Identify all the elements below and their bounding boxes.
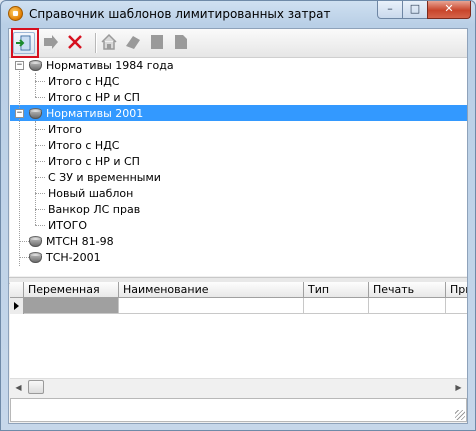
grid-corner bbox=[10, 282, 24, 298]
grid-header: Переменная Наименование Тип Печать При bbox=[10, 282, 467, 298]
close-button[interactable]: ✕ bbox=[427, 1, 471, 19]
collapse-toggle[interactable]: − bbox=[15, 61, 24, 70]
window-title: Справочник шаблонов лимитированных затра… bbox=[29, 7, 331, 21]
tree-line bbox=[35, 193, 45, 194]
tree-line bbox=[19, 66, 20, 266]
collapse-toggle[interactable]: − bbox=[15, 109, 24, 118]
tree-line bbox=[35, 97, 45, 98]
resize-grip-icon[interactable] bbox=[455, 410, 465, 420]
page-icon bbox=[151, 35, 163, 49]
column-header[interactable]: Тип bbox=[304, 282, 369, 298]
delete-button[interactable] bbox=[65, 32, 87, 54]
maximize-button[interactable]: □ bbox=[402, 1, 428, 19]
tree-line bbox=[35, 209, 45, 210]
tree-node-child[interactable]: Итого с НР и СП bbox=[46, 154, 142, 170]
tree-node-root[interactable]: Нормативы 1984 года bbox=[44, 58, 176, 74]
tree-line bbox=[35, 73, 36, 97]
tree-node-root[interactable]: ТСН-2001 bbox=[44, 250, 103, 266]
tree-node-child[interactable]: Итого с НР и СП bbox=[46, 90, 142, 106]
horizontal-scrollbar[interactable]: ◀ ▶ bbox=[10, 378, 467, 396]
tree-node-child[interactable]: Итого с НДС bbox=[46, 74, 121, 90]
move-forward-button[interactable] bbox=[41, 32, 63, 54]
home-button[interactable] bbox=[99, 32, 121, 54]
tree-node-child[interactable]: Итого bbox=[46, 122, 84, 138]
tree-node-root[interactable]: МТСН 81-98 bbox=[44, 234, 116, 250]
tree-line bbox=[19, 241, 29, 242]
tree-node-child[interactable]: Итого с НДС bbox=[46, 138, 121, 154]
eraser-button[interactable] bbox=[123, 32, 145, 54]
highlight-box bbox=[11, 28, 39, 58]
template-tree: − Нормативы 1984 года Итого с НДС Итого … bbox=[10, 58, 467, 276]
tree-line bbox=[35, 225, 45, 226]
tree-line bbox=[35, 145, 45, 146]
scroll-left-icon[interactable]: ◀ bbox=[10, 379, 27, 396]
grid-cell[interactable] bbox=[304, 298, 369, 314]
column-header[interactable]: Переменная bbox=[24, 282, 119, 298]
tree-node-child[interactable]: С ЗУ и временными bbox=[46, 170, 163, 186]
database-icon bbox=[29, 236, 42, 248]
app-window: Справочник шаблонов лимитированных затра… bbox=[0, 0, 476, 431]
column-header[interactable]: При bbox=[446, 282, 467, 298]
row-indicator-icon bbox=[10, 298, 24, 314]
database-icon bbox=[29, 60, 42, 72]
app-icon bbox=[8, 6, 23, 21]
tree-node-child[interactable]: ИТОГО bbox=[46, 218, 89, 234]
column-header[interactable]: Наименование bbox=[119, 282, 304, 298]
tree-line bbox=[35, 81, 45, 82]
delete-icon bbox=[68, 35, 82, 49]
tree-line bbox=[35, 177, 45, 178]
grid-cell[interactable] bbox=[446, 298, 467, 314]
tree-node-root-selected[interactable]: Нормативы 2001 bbox=[44, 106, 145, 122]
home-icon bbox=[101, 33, 117, 50]
grid-cell[interactable] bbox=[24, 298, 119, 314]
page-button[interactable] bbox=[147, 32, 169, 54]
database-icon bbox=[29, 252, 42, 264]
toolbar-separator bbox=[95, 33, 97, 53]
minimize-button[interactable]: – bbox=[377, 1, 403, 19]
scroll-right-icon[interactable]: ▶ bbox=[450, 379, 467, 396]
grid-cell[interactable] bbox=[119, 298, 304, 314]
tree-node-child[interactable]: Новый шаблон bbox=[46, 186, 135, 202]
tree-line bbox=[35, 161, 45, 162]
column-header[interactable]: Печать bbox=[369, 282, 446, 298]
client-area: − Нормативы 1984 года Итого с НДС Итого … bbox=[8, 28, 468, 424]
toolbar bbox=[9, 28, 467, 58]
eraser-icon bbox=[126, 36, 140, 49]
tree-line bbox=[35, 129, 45, 130]
move-forward-icon bbox=[44, 35, 58, 49]
status-bar bbox=[10, 398, 467, 422]
scroll-thumb[interactable] bbox=[28, 380, 44, 394]
tree-line bbox=[19, 257, 29, 258]
tree-node-child[interactable]: Ванкор ЛС прав bbox=[46, 202, 142, 218]
grid-cell[interactable] bbox=[369, 298, 446, 314]
database-icon bbox=[29, 108, 42, 120]
page-folded-button[interactable] bbox=[171, 32, 193, 54]
title-bar[interactable]: Справочник шаблонов лимитированных затра… bbox=[1, 1, 475, 27]
page-folded-icon bbox=[175, 35, 187, 49]
table-row[interactable] bbox=[10, 298, 467, 314]
